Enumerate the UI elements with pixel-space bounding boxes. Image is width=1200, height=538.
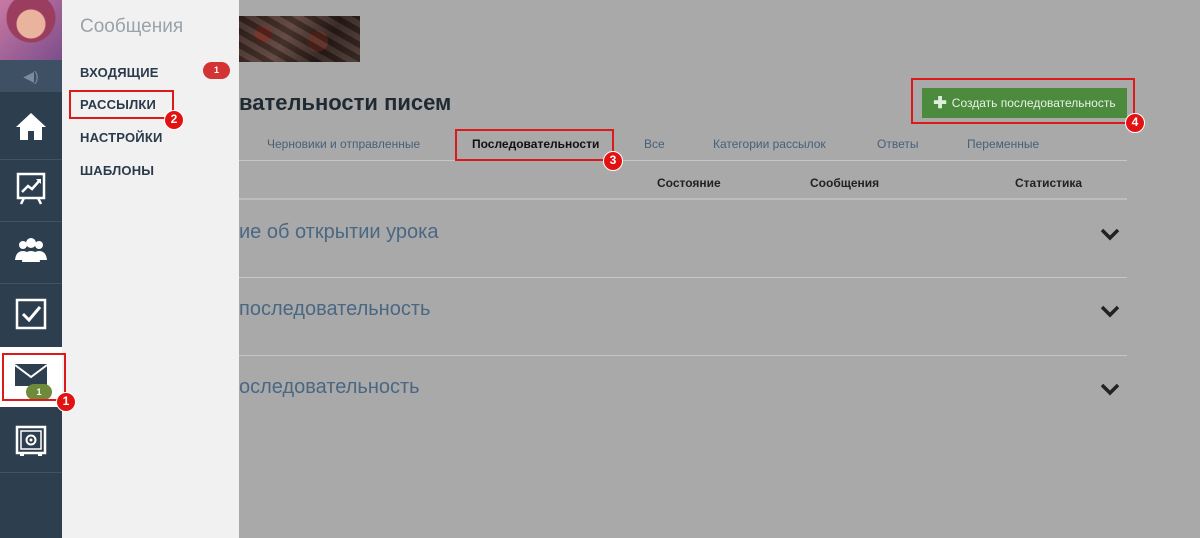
messages-submenu: Сообщения ВХОДЯЩИЕ 1 РАССЫЛКИ НАСТРОЙКИ … — [62, 0, 239, 538]
submenu-item-settings[interactable]: НАСТРОЙКИ — [80, 130, 163, 145]
annotation-number-2: 2 — [164, 110, 184, 130]
checkbox-icon — [15, 298, 47, 330]
annotation-box-3 — [455, 129, 614, 161]
chevron-down-icon[interactable] — [1099, 381, 1121, 397]
column-status: Состояние — [657, 176, 721, 190]
chart-icon — [16, 172, 46, 205]
avatar[interactable] — [0, 0, 62, 60]
tab-variables[interactable]: Переменные — [967, 137, 1039, 151]
rail-home[interactable] — [0, 95, 62, 157]
annotation-box-4 — [911, 78, 1135, 124]
submenu-title: Сообщения — [80, 16, 184, 37]
rail-users[interactable] — [0, 219, 62, 281]
chevron-down-icon[interactable] — [1099, 303, 1121, 319]
annotation-box-2 — [69, 90, 174, 119]
rail-analytics[interactable] — [0, 157, 62, 219]
sequence-title[interactable]: ие об открытии урока — [239, 221, 438, 244]
annotation-number-4: 4 — [1125, 113, 1145, 133]
tab-mailing-categories[interactable]: Категории рассылок — [713, 137, 826, 151]
annotation-number-3: 3 — [603, 151, 623, 171]
column-statistics: Статистика — [1015, 176, 1083, 190]
header-banner-image — [239, 16, 360, 62]
safe-icon — [15, 425, 47, 456]
sequence-title[interactable]: последовательность — [239, 298, 430, 321]
submenu-item-inbox[interactable]: ВХОДЯЩИЕ — [80, 65, 159, 80]
inbox-badge: 1 — [203, 62, 230, 79]
users-icon — [15, 238, 47, 262]
rail-tasks[interactable] — [0, 283, 62, 345]
rail-safe[interactable] — [0, 410, 62, 472]
sequence-title[interactable]: оследовательность — [239, 376, 420, 399]
page-title: вательности писем — [239, 90, 452, 115]
sound-icon[interactable]: ◀) — [0, 60, 62, 92]
sequence-row[interactable]: ие об открытии урока — [239, 200, 1127, 277]
icon-rail: ◀) 1 — [0, 0, 62, 538]
sequence-row[interactable]: последовательность — [239, 278, 1127, 355]
tab-drafts-sent[interactable]: Черновики и отправленные — [267, 137, 420, 151]
sequence-row[interactable]: оследовательность — [239, 356, 1127, 433]
tab-replies[interactable]: Ответы — [877, 137, 918, 151]
home-icon — [16, 113, 46, 140]
submenu-item-templates[interactable]: ШАБЛОНЫ — [80, 163, 154, 178]
tab-all[interactable]: Все — [644, 137, 665, 151]
chevron-down-icon[interactable] — [1099, 226, 1121, 242]
annotation-box-1 — [2, 353, 66, 401]
column-messages: Сообщения — [810, 176, 880, 190]
tabs-divider — [239, 160, 1127, 161]
annotation-number-1: 1 — [56, 392, 76, 412]
